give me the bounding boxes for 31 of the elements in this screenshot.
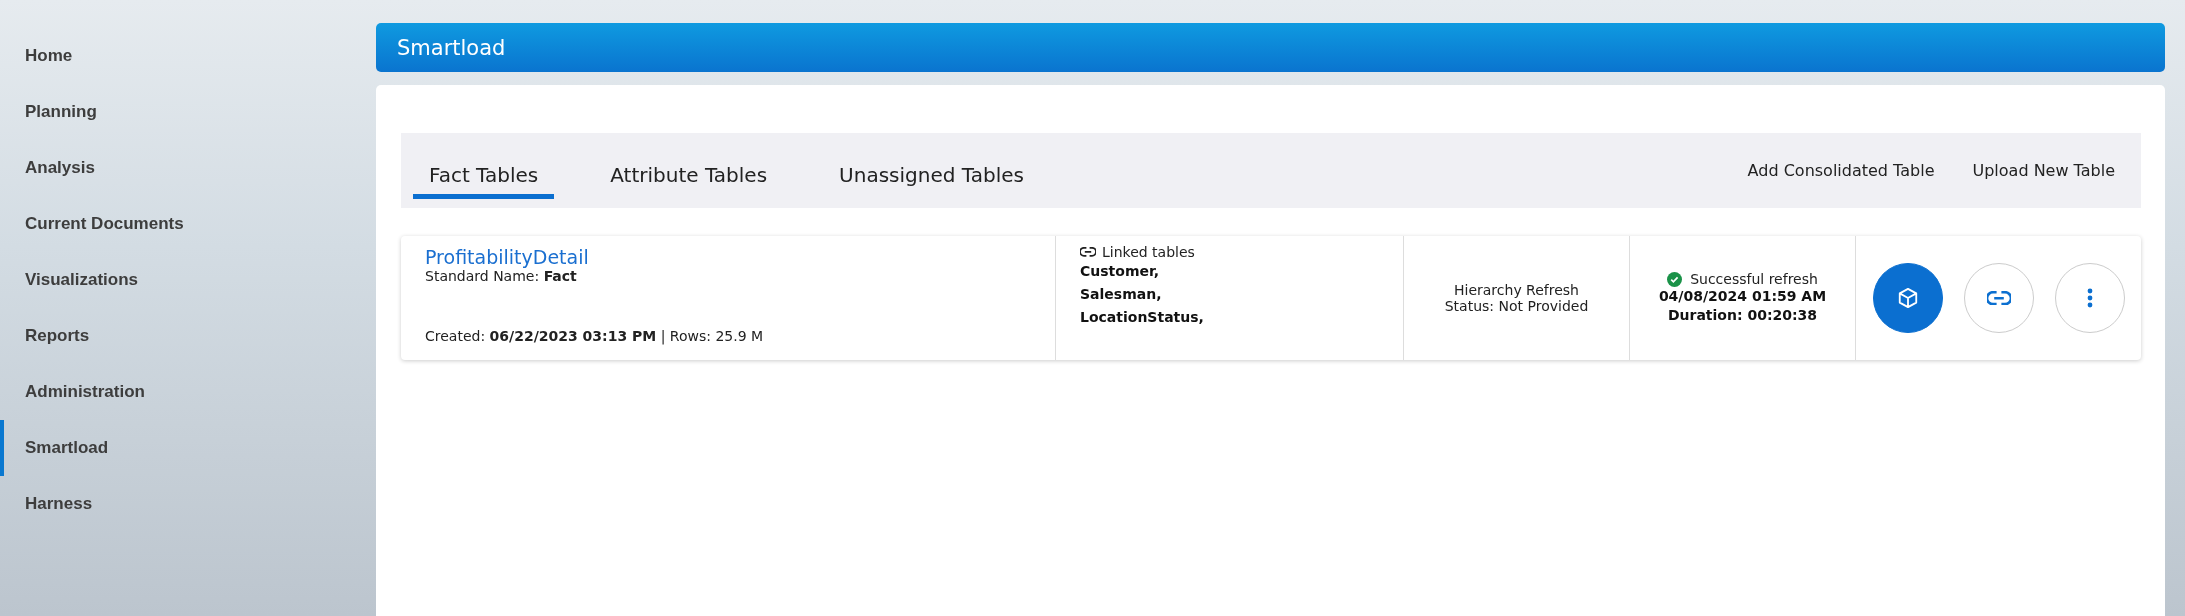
more-vertical-icon [2086, 288, 2093, 308]
created-info: Created: 06/22/2023 03:13 PM | Rows: 25.9 M [425, 328, 765, 344]
sidebar-item[interactable]: Home [0, 28, 376, 84]
sidebar-item[interactable]: Administration [0, 364, 376, 420]
action-link[interactable]: Add Consolidated Table [1747, 161, 1935, 180]
check-circle-icon [1667, 271, 1683, 287]
linked-table: Customer, [1080, 260, 1379, 283]
page-header: Smartload [376, 23, 2165, 72]
cube-icon [1896, 287, 1919, 309]
sidebar-item[interactable]: Reports [0, 308, 376, 364]
tab[interactable]: Attribute Tables [594, 152, 784, 199]
sidebar-item[interactable]: Analysis [0, 140, 376, 196]
action-link[interactable]: Upload New Table [1972, 161, 2115, 180]
sidebar-item[interactable]: Visualizations [0, 252, 376, 308]
standard-name: Standard Name: Fact [425, 268, 578, 284]
table-name-link[interactable]: ProfitabilityDetail [425, 246, 1031, 268]
tab[interactable]: Unassigned Tables [823, 152, 1040, 199]
hierarchy-status: Status: Not Provided [1444, 298, 1589, 314]
sidebar-item[interactable]: Planning [0, 84, 376, 140]
link-icon [1986, 290, 2011, 306]
refresh-date: 04/08/2024 01:59 AM [1658, 287, 1827, 306]
refresh-status: Successful refresh [1690, 271, 1818, 287]
refresh-duration: Duration: 00:20:38 [1667, 306, 1818, 325]
sidebar-item[interactable]: Current Documents [0, 196, 376, 252]
hierarchy-status: Hierarchy Refresh [1454, 282, 1579, 298]
sidebar-item[interactable]: Harness [0, 476, 376, 532]
linked-table: LocationStatus, [1080, 306, 1379, 329]
linked-tables-label: Linked tables [1102, 244, 1195, 260]
linked-table: Salesman, [1080, 283, 1379, 306]
link-icon [1080, 247, 1096, 257]
tab[interactable]: Fact Tables [413, 152, 555, 199]
